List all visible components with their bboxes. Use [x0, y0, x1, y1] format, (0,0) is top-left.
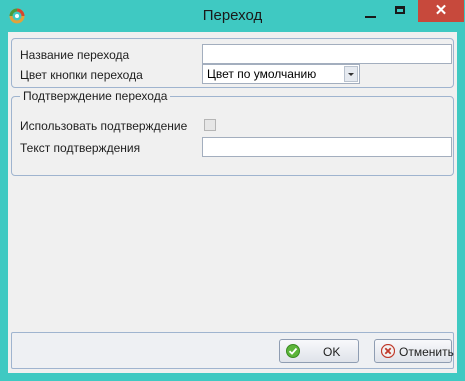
- button-color-label: Цвет кнопки перехода: [20, 68, 143, 82]
- transition-settings-panel: Название перехода Цвет кнопки перехода Ц…: [11, 38, 454, 88]
- ok-check-icon: [286, 344, 300, 358]
- dialog-window: Переход ✕ Название перехода Цвет кнопки …: [0, 0, 465, 381]
- close-button[interactable]: ✕: [418, 0, 464, 22]
- ok-button[interactable]: OK: [279, 339, 359, 363]
- maximize-button[interactable]: [388, 0, 414, 22]
- transition-name-input[interactable]: [202, 44, 452, 64]
- transition-name-label: Название перехода: [20, 48, 130, 62]
- button-color-select[interactable]: Цвет по умолчанию: [202, 64, 360, 84]
- maximize-icon: [395, 6, 405, 14]
- ok-button-label: OK: [323, 345, 341, 359]
- cancel-button-label: Отменить: [399, 345, 454, 359]
- dialog-body: Название перехода Цвет кнопки перехода Ц…: [8, 32, 457, 373]
- close-icon: ✕: [434, 2, 448, 19]
- button-bar: OK Отменить: [11, 332, 454, 369]
- confirmation-group-title: Подтверждение перехода: [20, 89, 171, 103]
- title-bar[interactable]: Переход ✕: [0, 0, 465, 32]
- confirmation-group: Подтверждение перехода Использовать подт…: [11, 89, 454, 176]
- minimize-button[interactable]: [365, 8, 377, 18]
- confirmation-text-label: Текст подтверждения: [20, 141, 141, 155]
- button-color-value: Цвет по умолчанию: [207, 67, 317, 81]
- use-confirmation-checkbox[interactable]: [204, 119, 216, 131]
- confirmation-text-input[interactable]: [202, 137, 452, 157]
- cancel-x-icon: [381, 344, 395, 358]
- use-confirmation-label: Использовать подтверждение: [20, 119, 188, 133]
- cancel-button[interactable]: Отменить: [374, 339, 454, 363]
- dropdown-arrow-icon[interactable]: [344, 66, 358, 82]
- minimize-icon: [365, 16, 376, 18]
